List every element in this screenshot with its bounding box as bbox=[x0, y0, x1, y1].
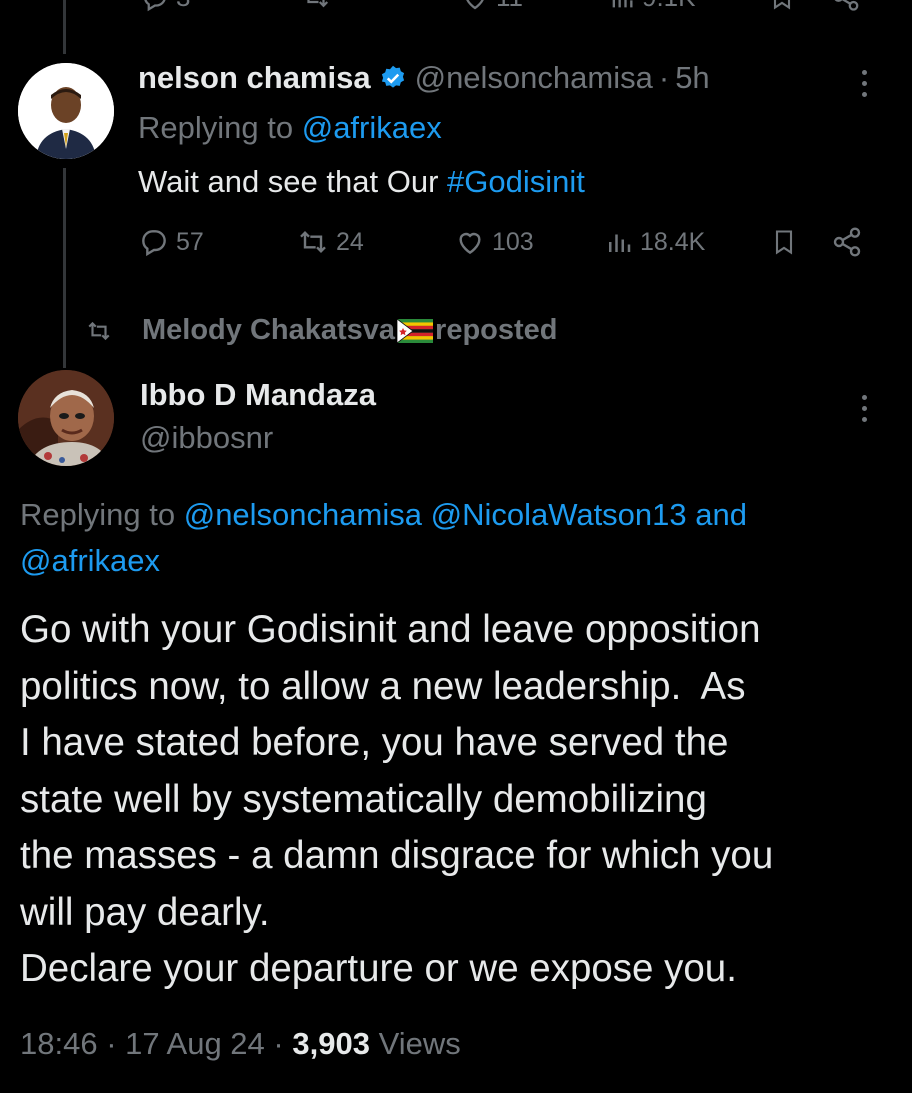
reply-icon bbox=[144, 0, 166, 11]
views-count: 18.4K bbox=[640, 227, 706, 256]
body-line: Declare your departure or we expose you. bbox=[20, 947, 737, 990]
hashtag-link[interactable]: #Godisinit bbox=[447, 164, 585, 199]
like-count: 103 bbox=[492, 227, 534, 256]
meta-dot: · bbox=[273, 1026, 284, 1061]
prev-views-count: 9.1K bbox=[642, 0, 696, 13]
prev-bookmark-button[interactable] bbox=[768, 0, 796, 17]
repost-icon bbox=[307, 0, 329, 8]
avatar-nelson-chamisa[interactable] bbox=[18, 63, 114, 159]
main-tweet-body: Go with your Godisinit and leave opposit… bbox=[20, 602, 773, 998]
replying-handle-2[interactable]: @NicolaWatson13 bbox=[431, 497, 687, 532]
meta-dot: · bbox=[106, 1026, 117, 1061]
tweet-timestamp[interactable]: 18:46 bbox=[20, 1026, 98, 1061]
tweet-time[interactable]: 5h bbox=[675, 60, 709, 96]
more-icon[interactable] bbox=[862, 395, 870, 422]
repost-icon bbox=[88, 321, 110, 340]
bookmark-icon bbox=[773, 0, 791, 10]
prev-like-button[interactable]: 11 bbox=[460, 0, 523, 13]
body-line: Go with your Godisinit and leave opposit… bbox=[20, 608, 761, 651]
prev-share-button[interactable] bbox=[830, 0, 862, 17]
share-icon bbox=[833, 227, 861, 257]
views-count: 3,903 bbox=[292, 1026, 370, 1061]
body-line: I have stated before, you have served th… bbox=[20, 721, 729, 764]
zimbabwe-flag-icon bbox=[397, 318, 434, 343]
tweet-meta: 18:46 · 17 Aug 24 · 3,903 Views bbox=[20, 1026, 461, 1062]
main-replying-to: Replying to @nelsonchamisa @NicolaWatson… bbox=[20, 492, 900, 584]
replying-handle-3[interactable]: @afrikaex bbox=[20, 543, 160, 578]
prev-views[interactable]: 9.1K bbox=[608, 0, 696, 13]
header-separator: · bbox=[658, 60, 670, 95]
share-button[interactable] bbox=[830, 226, 864, 258]
replying-handle-1[interactable]: @nelsonchamisa bbox=[184, 497, 422, 532]
reply-count: 57 bbox=[176, 227, 204, 256]
repost-count: 24 bbox=[336, 227, 364, 256]
repost-banner: Melody Chakatsva reposted bbox=[84, 314, 558, 347]
share-icon bbox=[834, 0, 859, 11]
prev-reply-count: 3 bbox=[176, 0, 190, 13]
prev-reply-button[interactable]: 3 bbox=[140, 0, 190, 13]
reposted-label: reposted bbox=[435, 314, 558, 346]
body-line: will pay dearly. bbox=[20, 890, 270, 934]
body-line: state well by systematically demobilizin… bbox=[20, 777, 707, 821]
like-button[interactable]: 103 bbox=[454, 226, 534, 258]
views-label: Views bbox=[378, 1026, 461, 1061]
body-line: the masses - a damn disgrace for which y… bbox=[20, 834, 774, 877]
avatar-ibbo-mandaza[interactable] bbox=[18, 370, 114, 466]
body-line: politics now, to allow a new leadership.… bbox=[20, 664, 746, 708]
reply-tweet-header: nelson chamisa @nelsonchamisa · 5h bbox=[138, 60, 710, 96]
main-author-handle[interactable]: @ibbosnr bbox=[140, 420, 273, 456]
like-icon bbox=[466, 0, 484, 9]
prev-like-count: 11 bbox=[496, 0, 523, 13]
thread-line-top bbox=[63, 0, 66, 54]
reply-tweet-text: Wait and see that Our #Godisinit bbox=[138, 164, 585, 200]
bookmark-button[interactable] bbox=[770, 226, 798, 258]
replying-prefix: Replying to bbox=[138, 110, 294, 145]
thread-line-reply bbox=[63, 168, 66, 368]
reposter-name[interactable]: Melody Chakatsva bbox=[142, 314, 395, 347]
reply-icon bbox=[142, 230, 166, 257]
replying-to-line: Replying to @afrikaex bbox=[138, 110, 442, 146]
replying-handle[interactable]: @afrikaex bbox=[302, 110, 442, 145]
views-icon bbox=[609, 234, 631, 252]
like-icon bbox=[459, 232, 481, 255]
views-icon bbox=[612, 0, 633, 7]
author-handle[interactable]: @nelsonchamisa bbox=[415, 60, 653, 96]
more-icon[interactable] bbox=[862, 70, 870, 97]
verified-badge-icon bbox=[381, 65, 404, 88]
author-name[interactable]: nelson chamisa bbox=[138, 60, 371, 96]
repost-button[interactable]: 24 bbox=[296, 226, 364, 258]
tweet-date[interactable]: 17 Aug 24 bbox=[125, 1026, 265, 1061]
repost-icon bbox=[300, 230, 326, 254]
prev-repost-button[interactable] bbox=[300, 0, 332, 17]
reply-button[interactable]: 57 bbox=[138, 226, 204, 258]
main-replying-prefix: Replying to bbox=[20, 497, 176, 532]
main-author-name[interactable]: Ibbo D Mandaza bbox=[140, 377, 376, 413]
views-button[interactable]: 18.4K bbox=[604, 226, 705, 258]
reply-text: Wait and see that Our bbox=[138, 164, 439, 199]
replying-and[interactable]: and bbox=[695, 497, 747, 532]
bookmark-icon bbox=[775, 230, 793, 255]
